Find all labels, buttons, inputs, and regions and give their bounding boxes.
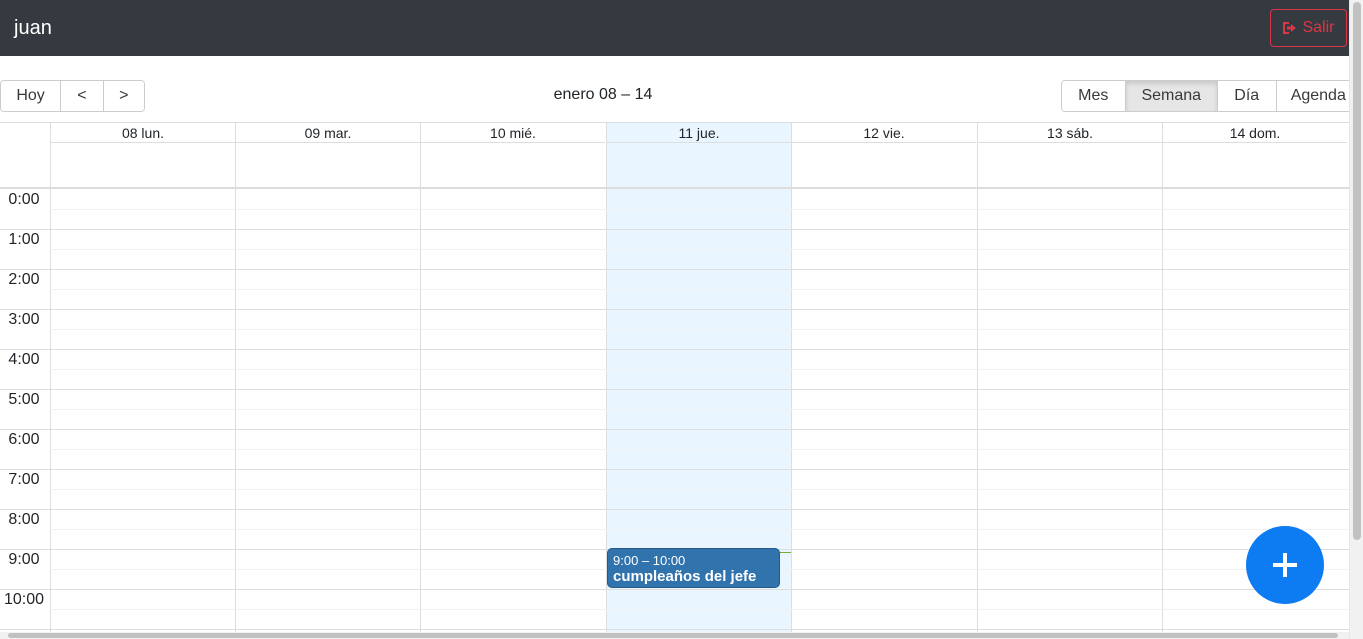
half-hour-line — [50, 489, 1349, 490]
next-button[interactable]: > — [102, 81, 144, 111]
half-hour-line — [50, 369, 1349, 370]
day-header-row: 08 lun. 09 mar. 10 mié. 11 jue. 12 vie. 13 sá… — [0, 123, 1349, 188]
event-title: cumpleaños del jefe — [613, 568, 757, 585]
day-column[interactable] — [50, 189, 235, 633]
hour-label: 4:00 — [8, 351, 40, 368]
top-navbar: juan Salir — [0, 0, 1363, 56]
all-day-cell[interactable] — [791, 143, 976, 188]
half-hour-line — [50, 329, 1349, 330]
date-range-label: enero 08 – 14 — [553, 86, 653, 103]
half-hour-line — [50, 249, 1349, 250]
hour-line — [0, 469, 1349, 470]
logout-button[interactable]: Salir — [1270, 9, 1347, 47]
view-week-button[interactable]: Semana — [1124, 81, 1217, 111]
view-agenda-button[interactable]: Agenda — [1275, 81, 1360, 111]
all-day-cell[interactable] — [606, 143, 791, 188]
day-header[interactable]: 09 mar. — [235, 123, 420, 143]
all-day-cell[interactable] — [977, 143, 1162, 188]
day-header[interactable]: 13 sáb. — [977, 123, 1162, 143]
half-hour-line — [50, 289, 1349, 290]
view-button-group: Mes Semana Día Agenda — [1061, 80, 1361, 112]
all-day-cell[interactable] — [420, 143, 605, 188]
logout-label: Salir — [1302, 19, 1335, 36]
hour-line — [0, 309, 1349, 310]
hour-line — [0, 389, 1349, 390]
hour-line — [0, 229, 1349, 230]
plus-icon — [1273, 553, 1297, 577]
half-hour-line — [50, 609, 1349, 610]
all-day-cell[interactable] — [235, 143, 420, 188]
horizontal-scroll-thumb[interactable] — [8, 633, 1338, 638]
view-month-button[interactable]: Mes — [1062, 81, 1125, 111]
vertical-scrollbar[interactable] — [1349, 0, 1363, 639]
day-header[interactable]: 11 jue. — [606, 123, 791, 143]
all-day-cell[interactable] — [50, 143, 235, 188]
hour-line — [0, 429, 1349, 430]
horizontal-scrollbar[interactable] — [0, 632, 1349, 639]
today-button[interactable]: Hoy — [1, 81, 61, 111]
day-header[interactable]: 12 vie. — [791, 123, 976, 143]
vertical-scroll-thumb[interactable] — [1353, 2, 1361, 540]
user-name: juan — [14, 17, 52, 39]
day-header[interactable]: 08 lun. — [50, 123, 235, 143]
hour-label: 6:00 — [8, 431, 40, 448]
hour-label: 2:00 — [8, 271, 40, 288]
event-time: 9:00 – 10:00 — [613, 553, 686, 568]
hour-label: 10:00 — [3, 591, 45, 608]
day-column[interactable] — [791, 189, 976, 633]
day-header[interactable]: 10 mié. — [420, 123, 605, 143]
half-hour-line — [50, 209, 1349, 210]
hour-line — [0, 269, 1349, 270]
current-time-indicator — [780, 552, 791, 553]
hour-line — [0, 629, 1349, 630]
hour-label: 7:00 — [8, 471, 40, 488]
half-hour-line — [50, 449, 1349, 450]
prev-button[interactable]: < — [60, 81, 103, 111]
half-hour-line — [50, 529, 1349, 530]
hour-line — [0, 589, 1349, 590]
calendar-event[interactable]: 9:00 – 10:00 cumpleaños del jefe — [607, 548, 780, 588]
day-column[interactable] — [977, 189, 1162, 633]
day-column[interactable] — [420, 189, 605, 633]
hour-line — [0, 349, 1349, 350]
day-column[interactable] — [235, 189, 420, 633]
hour-label: 5:00 — [8, 391, 40, 408]
half-hour-line — [50, 409, 1349, 410]
hour-label: 9:00 — [8, 551, 40, 568]
hour-label: 1:00 — [8, 231, 40, 248]
add-event-button[interactable] — [1246, 526, 1324, 604]
hour-label: 0:00 — [8, 191, 40, 208]
hour-label: 3:00 — [8, 311, 40, 328]
hour-line — [0, 509, 1349, 510]
sign-out-icon — [1283, 22, 1297, 34]
hour-label: 8:00 — [8, 511, 40, 528]
all-day-cell[interactable] — [1162, 143, 1347, 188]
nav-button-group: Hoy < > — [0, 80, 145, 112]
view-day-button[interactable]: Día — [1216, 81, 1276, 111]
day-header[interactable]: 14 dom. — [1162, 123, 1347, 143]
